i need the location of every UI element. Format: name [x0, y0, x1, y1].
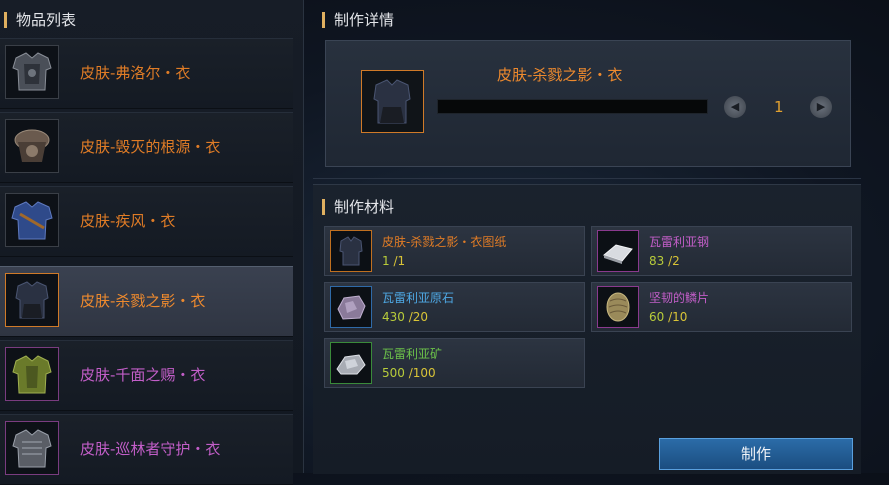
material-slot-4[interactable]: 瓦雷利亚矿 500 /100: [324, 338, 585, 388]
materials-title: 制作材料: [322, 196, 394, 217]
chevron-right-icon: ▶: [816, 100, 826, 113]
list-item-4[interactable]: 皮肤-千面之赐・衣: [0, 340, 293, 411]
material-count: 500 /100: [382, 366, 436, 380]
list-item-5[interactable]: 皮肤-巡林者守护・衣: [0, 414, 293, 485]
item-list-title: 物品列表: [4, 9, 76, 30]
selected-item-name: 皮肤-杀戮之影・衣: [497, 66, 623, 84]
item-name: 皮肤-毁灭的根源・衣: [80, 138, 221, 156]
material-name: 瓦雷利亚原石: [382, 291, 455, 305]
material-name: 皮肤-杀戮之影・衣图纸: [382, 235, 507, 249]
item-name: 皮肤-巡林者守护・衣: [80, 440, 221, 458]
scale-icon: [597, 286, 639, 328]
list-item-2[interactable]: 皮肤-疾风・衣: [0, 186, 293, 257]
list-item-3[interactable]: 皮肤-杀戮之影・衣: [0, 266, 293, 337]
material-slot-2[interactable]: 瓦雷利亚原石 430 /20: [324, 282, 585, 332]
material-count: 430 /20: [382, 310, 429, 324]
selected-item-armor-icon: [361, 70, 424, 133]
material-count: 1 /1: [382, 254, 406, 268]
ore-icon: [330, 342, 372, 384]
steel-ingot-icon: [597, 230, 639, 272]
craft-progress-bar: [437, 99, 708, 114]
material-slot-0[interactable]: 皮肤-杀戮之影・衣图纸 1 /1: [324, 226, 585, 276]
material-name: 坚韧的鳞片: [649, 291, 710, 305]
detail-title: 制作详情: [322, 9, 394, 30]
item-name: 皮肤-千面之赐・衣: [80, 366, 206, 384]
materials-title-text: 制作材料: [334, 198, 395, 216]
armor-icon: [5, 273, 59, 327]
armor-icon: [5, 45, 59, 99]
armor-icon: [5, 421, 59, 475]
chevron-left-icon: ◀: [730, 100, 740, 113]
title-accent-bar: [322, 198, 325, 215]
decrease-quantity-button[interactable]: ◀: [724, 96, 746, 118]
material-slot-1[interactable]: 瓦雷利亚钢 83 /2: [591, 226, 852, 276]
armor-icon: [5, 119, 59, 173]
list-item-0[interactable]: 皮肤-弗洛尔・衣: [0, 38, 293, 109]
craft-button[interactable]: 制作: [659, 438, 853, 470]
material-name: 瓦雷利亚矿: [382, 347, 443, 361]
quantity-value: 1: [774, 98, 784, 116]
title-accent-bar: [4, 11, 7, 28]
material-name: 瓦雷利亚钢: [649, 235, 710, 249]
title-accent-bar: [322, 11, 325, 28]
item-list-panel: 物品列表 皮肤-弗洛尔・衣 皮肤-毁灭的根源・衣 皮肤-疾风・衣 皮肤-杀戮之影…: [0, 0, 304, 485]
item-list-title-text: 物品列表: [16, 11, 77, 29]
material-slot-3[interactable]: 坚韧的鳞片 60 /10: [591, 282, 852, 332]
ore-stone-icon: [330, 286, 372, 328]
armor-icon: [5, 193, 59, 247]
item-name: 皮肤-疾风・衣: [80, 212, 176, 230]
material-count: 60 /10: [649, 310, 688, 324]
increase-quantity-button[interactable]: ▶: [810, 96, 832, 118]
list-item-1[interactable]: 皮肤-毁灭的根源・衣: [0, 112, 293, 183]
detail-title-text: 制作详情: [334, 11, 395, 29]
blueprint-icon: [330, 230, 372, 272]
section-divider: [313, 178, 861, 179]
item-name: 皮肤-杀戮之影・衣: [80, 292, 206, 310]
item-name: 皮肤-弗洛尔・衣: [80, 64, 191, 82]
armor-icon: [5, 347, 59, 401]
material-count: 83 /2: [649, 254, 680, 268]
